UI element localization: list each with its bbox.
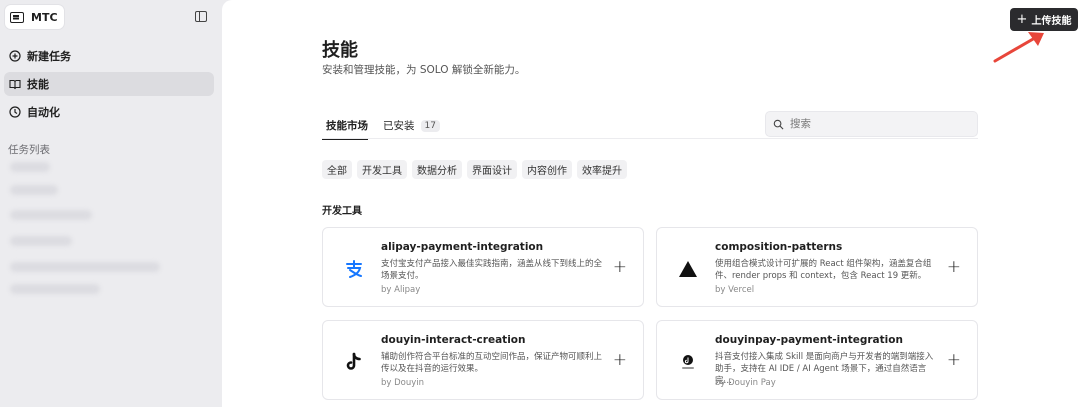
tab-label: 技能市场 [326,120,368,132]
douyinpay-icon [677,351,699,373]
skill-name: douyinpay-payment-integration [715,334,903,346]
clock-icon [9,106,21,118]
blurred-task-item[interactable] [10,262,160,272]
tab-marketplace[interactable]: 技能市场 [326,118,368,133]
douyin-icon [343,351,365,373]
filter-chip-data-analysis[interactable]: 数据分析 [412,160,462,179]
skill-author: by Vercel [715,285,755,295]
skill-author: by Douyin Pay [715,378,776,388]
skill-name: alipay-payment-integration [381,241,544,253]
skill-card-douyinpay[interactable]: douyinpay-payment-integration 抖音支付接入集成 S… [656,320,978,400]
filter-chip-all[interactable]: 全部 [322,160,352,179]
tab-label: 已安装 [383,120,415,132]
skill-card-alipay[interactable]: alipay-payment-integration 支付宝支付产品接入最佳实践… [322,227,644,307]
add-skill-plus-icon[interactable]: + [947,352,961,369]
blurred-task-item[interactable] [10,162,50,172]
blurred-task-item[interactable] [10,210,92,220]
blurred-task-item[interactable] [10,236,72,246]
search-box[interactable] [765,111,978,137]
plus-circle-icon [9,50,21,62]
workspace-name: MTC [31,10,58,24]
skill-author: by Alipay [381,285,421,295]
category-filters: 全部 开发工具 数据分析 界面设计 内容创作 效率提升 [322,160,627,179]
skill-description: 辅助创作符合平台标准的互动空间作品，保证产物可顺利上传以及在抖音的运行效果。 [381,352,603,374]
sidebar-nav: 新建任务 技能 自动化 [4,44,214,128]
sidebar-item-skills[interactable]: 技能 [4,72,214,96]
blurred-task-item[interactable] [10,185,58,195]
add-skill-plus-icon[interactable]: + [947,259,961,276]
skill-name: composition-patterns [715,241,843,253]
installed-count-badge: 17 [420,119,440,132]
sidebar-item-label: 技能 [27,78,49,91]
red-arrow-annotation-icon [993,32,1044,63]
sidebar-item-new-task[interactable]: 新建任务 [4,44,214,68]
book-icon [9,78,21,90]
skill-name: douyin-interact-creation [381,334,526,346]
section-title: 开发工具 [322,206,362,217]
alipay-icon [343,258,365,280]
tab-installed[interactable]: 已安装 17 [383,118,440,133]
search-input[interactable] [790,118,960,130]
task-list-heading: 任务列表 [8,144,50,156]
filter-chip-ui-design[interactable]: 界面设计 [467,160,517,179]
filter-chip-dev-tools[interactable]: 开发工具 [357,160,407,179]
tabs-divider [322,138,978,139]
filter-chip-content-creation[interactable]: 内容创作 [522,160,572,179]
workspace-logo-icon [10,11,24,23]
sidebar: MTC 新建任务 技能 自动化 任务列表 [0,0,222,407]
sidebar-item-label: 新建任务 [27,50,71,63]
skill-description: 支付宝支付产品接入最佳实践指南，涵盖从线下到线上的全场景支付。 [381,259,603,281]
upload-skill-label: 上传技能 [1031,16,1072,27]
sidebar-toggle-icon[interactable] [195,11,207,22]
main-content: + 上传技能 技能 安装和管理技能，为 SOLO 解锁全新能力。 技能市场 已安… [222,0,1080,407]
skill-card-composition-patterns[interactable]: composition-patterns 使用组合模式设计可扩展的 React … [656,227,978,307]
skill-author: by Douyin [381,378,425,388]
page-title: 技能 [322,40,358,61]
add-skill-plus-icon[interactable]: + [613,259,627,276]
page-subtitle: 安装和管理技能，为 SOLO 解锁全新能力。 [322,64,526,76]
add-skill-plus-icon[interactable]: + [613,352,627,369]
workspace-switcher[interactable]: MTC [5,5,64,29]
search-icon [773,119,784,129]
blurred-task-item[interactable] [10,284,100,294]
skill-card-douyin-interact[interactable]: douyin-interact-creation 辅助创作符合平台标准的互动空间… [322,320,644,400]
plus-icon: + [1016,12,1028,27]
filter-chip-productivity[interactable]: 效率提升 [577,160,627,179]
sidebar-item-automation[interactable]: 自动化 [4,100,214,124]
vercel-triangle-icon [677,258,699,280]
skill-description: 使用组合模式设计可扩展的 React 组件架构，涵盖复合组件、render pr… [715,259,932,281]
sidebar-item-label: 自动化 [27,106,60,119]
